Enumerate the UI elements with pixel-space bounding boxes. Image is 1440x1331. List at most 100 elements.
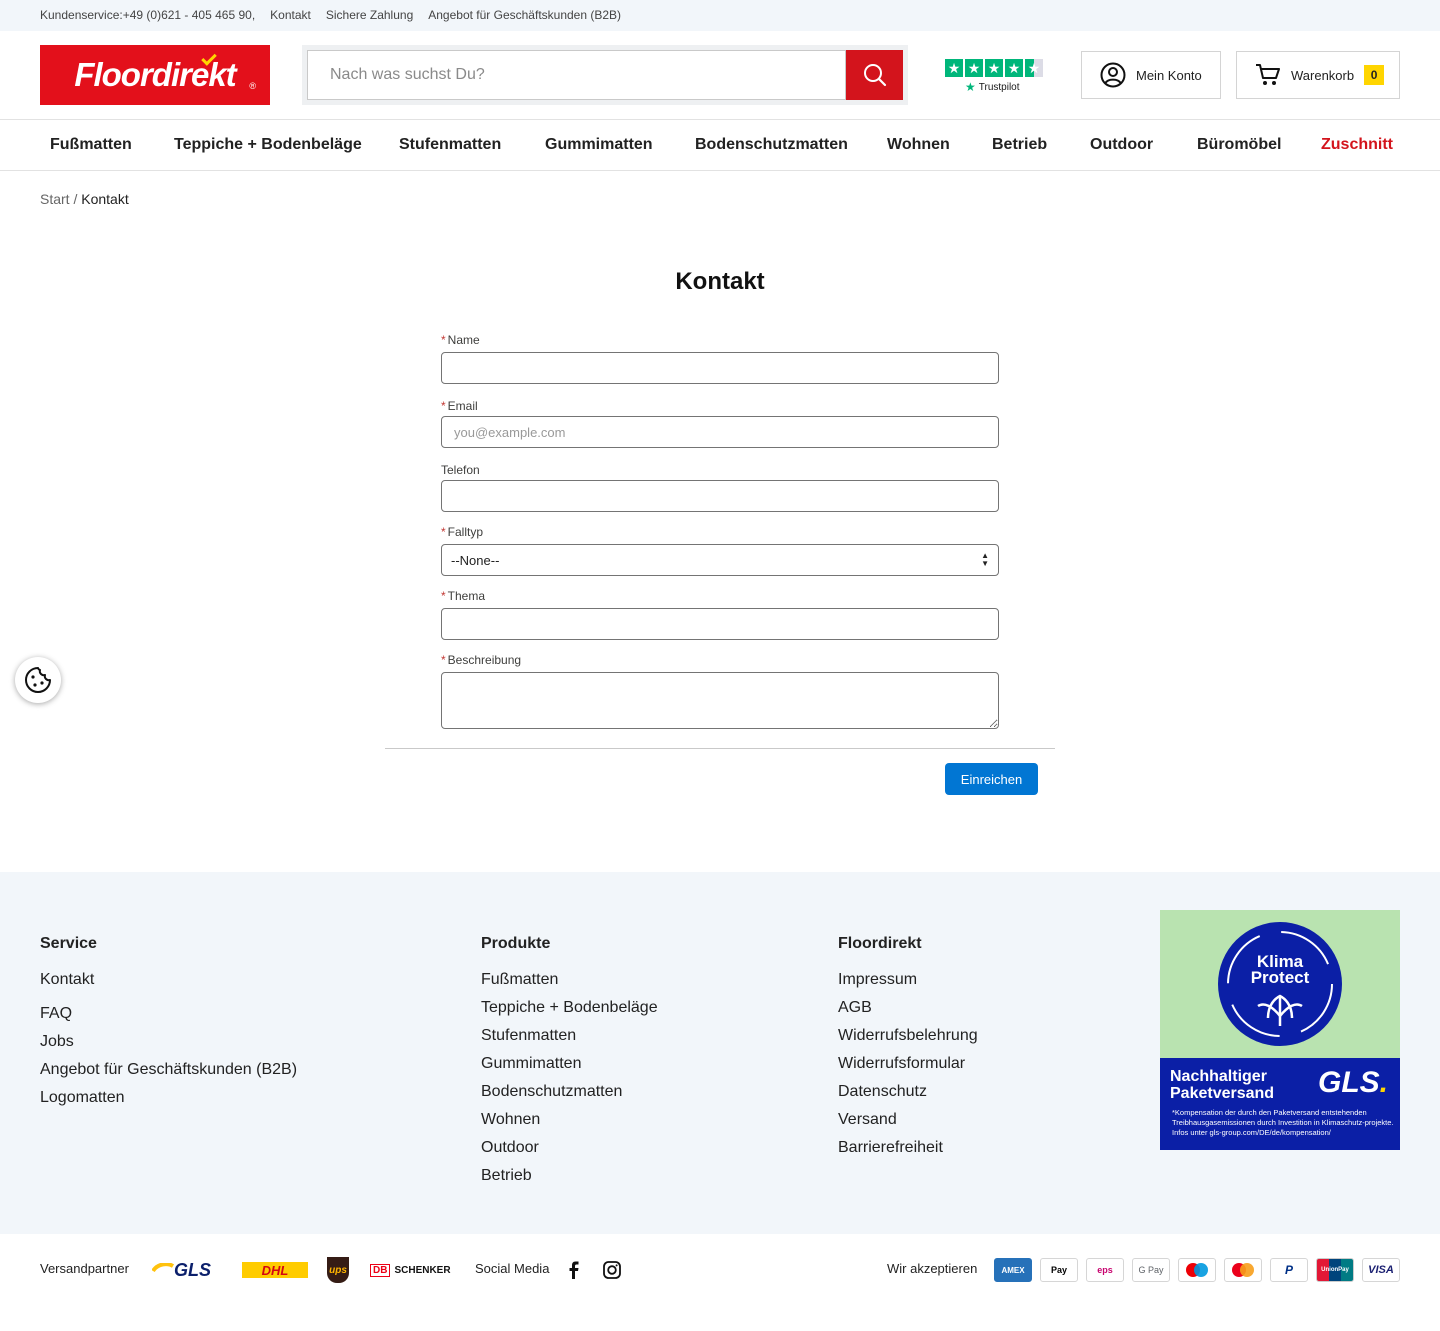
floordirekt-logo[interactable]: Floordirekt ® bbox=[40, 45, 270, 105]
footer-link-stufenmatten[interactable]: Stufenmatten bbox=[481, 1027, 576, 1045]
footer-link-faq[interactable]: FAQ bbox=[40, 1005, 72, 1023]
nav-item-betrieb[interactable]: Betrieb bbox=[992, 136, 1047, 154]
name-label: * Name bbox=[441, 333, 480, 347]
facebook-icon[interactable] bbox=[562, 1259, 584, 1281]
visa-icon: VISA bbox=[1362, 1258, 1400, 1282]
required-mark: * bbox=[441, 525, 446, 539]
cart-icon bbox=[1256, 64, 1280, 85]
star-icon: ★ bbox=[965, 59, 983, 77]
half-star-icon: ★ bbox=[1025, 59, 1043, 77]
footer-link-barrierefreiheit[interactable]: Barrierefreiheit bbox=[838, 1139, 943, 1157]
ups-carrier-logo: ups bbox=[327, 1257, 349, 1283]
footer-link-outdoor[interactable]: Outdoor bbox=[481, 1139, 539, 1157]
footer-link-gummimatten[interactable]: Gummimatten bbox=[481, 1055, 581, 1073]
cart-button[interactable]: Warenkorb 0 bbox=[1236, 51, 1400, 99]
phone-label: Telefon bbox=[441, 463, 480, 477]
gls-klima-protect-badge[interactable]: Klima Protect Nachhaltiger Paketversand GL… bbox=[1160, 910, 1400, 1150]
nav-item-gummimatten[interactable]: Gummimatten bbox=[545, 136, 653, 154]
klima-protect-circle: Klima Protect bbox=[1218, 922, 1342, 1046]
nav-item-stufenmatten[interactable]: Stufenmatten bbox=[399, 136, 501, 154]
search-input[interactable] bbox=[307, 50, 846, 100]
cookie-icon bbox=[25, 667, 51, 693]
submit-button[interactable]: Einreichen bbox=[945, 763, 1038, 795]
payment-methods-label: Wir akzeptieren bbox=[887, 1261, 978, 1276]
search-icon bbox=[863, 64, 886, 87]
nav-item-zuschnitt[interactable]: Zuschnitt bbox=[1321, 136, 1393, 154]
instagram-icon[interactable] bbox=[601, 1259, 623, 1281]
site-footer: Service Kontakt FAQ Jobs Angebot für Ges… bbox=[0, 872, 1440, 1234]
required-mark: * bbox=[441, 399, 446, 413]
topbar-contact-link[interactable]: Kontakt bbox=[270, 8, 311, 22]
footer-link-widerrufsbelehrung[interactable]: Widerrufsbelehrung bbox=[838, 1027, 978, 1045]
social-media-label: Social Media bbox=[475, 1261, 550, 1276]
nav-item-wohnen[interactable]: Wohnen bbox=[887, 136, 950, 154]
unionpay-icon: UnionPay bbox=[1316, 1258, 1354, 1282]
nav-item-fussmatten[interactable]: Fußmatten bbox=[50, 136, 132, 154]
apple-pay-icon: Pay bbox=[1040, 1258, 1078, 1282]
footer-link-bodenschutzmatten[interactable]: Bodenschutzmatten bbox=[481, 1083, 622, 1101]
nav-item-bodenschutzmatten[interactable]: Bodenschutzmatten bbox=[695, 136, 848, 154]
footer-link-jobs[interactable]: Jobs bbox=[40, 1033, 74, 1051]
footer-link-datenschutz[interactable]: Datenschutz bbox=[838, 1083, 927, 1101]
trustpilot-rating[interactable]: ★ ★ ★ ★ ★ ★ Trustpilot bbox=[945, 59, 1045, 95]
topbar-secure-payment-link[interactable]: Sichere Zahlung bbox=[326, 8, 413, 22]
email-label: * Email bbox=[441, 399, 478, 413]
footer-link-fussmatten[interactable]: Fußmatten bbox=[481, 971, 558, 989]
account-label: Mein Konto bbox=[1136, 67, 1202, 83]
footer-link-impressum[interactable]: Impressum bbox=[838, 971, 917, 989]
topbar-b2b-link[interactable]: Angebot für Geschäftskunden (B2B) bbox=[428, 8, 621, 22]
cart-count-badge: 0 bbox=[1364, 65, 1385, 85]
footer-service-column: Service Kontakt FAQ Jobs Angebot für Ges… bbox=[40, 935, 297, 1106]
nav-item-outdoor[interactable]: Outdoor bbox=[1090, 136, 1153, 154]
breadcrumb-current: Kontakt bbox=[81, 191, 129, 207]
footer-link-wohnen[interactable]: Wohnen bbox=[481, 1111, 540, 1129]
cart-label: Warenkorb bbox=[1291, 67, 1355, 83]
maestro-icon bbox=[1178, 1258, 1216, 1282]
main-navigation: Fußmatten Teppiche + Bodenbeläge Stufenm… bbox=[0, 120, 1440, 171]
search-bar bbox=[302, 45, 908, 105]
top-info-bar: Kundenservice:+49 (0)621 - 405 465 90, K… bbox=[0, 0, 1440, 31]
footer-link-logomatten[interactable]: Logomatten bbox=[40, 1089, 125, 1107]
search-button[interactable] bbox=[846, 50, 903, 100]
footer-link-versand[interactable]: Versand bbox=[838, 1111, 897, 1129]
case-type-select[interactable]: --None-- ▲ ▼ bbox=[441, 544, 999, 576]
email-field[interactable] bbox=[441, 416, 999, 448]
logo-text: Floordirekt bbox=[74, 56, 236, 93]
footer-link-agb[interactable]: AGB bbox=[838, 999, 872, 1017]
breadcrumb-home[interactable]: Start bbox=[40, 191, 70, 207]
footer-link-kontakt[interactable]: Kontakt bbox=[40, 971, 94, 989]
gls-headline-1: Nachhaltiger bbox=[1170, 1068, 1267, 1085]
description-textarea[interactable] bbox=[441, 672, 999, 729]
footer-service-title: Service bbox=[40, 935, 97, 952]
customer-service-text[interactable]: Kundenservice:+49 (0)621 - 405 465 90, bbox=[40, 8, 255, 22]
subject-field[interactable] bbox=[441, 608, 999, 640]
nav-item-teppiche[interactable]: Teppiche + Bodenbeläge bbox=[174, 136, 362, 154]
protect-text: Protect bbox=[1250, 968, 1310, 987]
dhl-carrier-logo: DHL bbox=[242, 1262, 308, 1278]
eps-icon: eps bbox=[1086, 1258, 1124, 1282]
nav-item-bueromoebel[interactable]: Büromöbel bbox=[1197, 136, 1281, 154]
star-icon: ★ bbox=[985, 59, 1003, 77]
footer-link-widerrufsformular[interactable]: Widerrufsformular bbox=[838, 1055, 965, 1073]
form-divider bbox=[385, 748, 1055, 749]
name-field[interactable] bbox=[441, 352, 999, 384]
gls-headline-2: Paketversand bbox=[1170, 1085, 1275, 1102]
required-mark: * bbox=[441, 333, 446, 347]
gls-note: *Kompensation der durch den Paketversand… bbox=[1172, 1108, 1394, 1137]
required-mark: * bbox=[441, 589, 446, 603]
star-icon: ★ bbox=[945, 59, 963, 77]
shipping-partners-label: Versandpartner bbox=[40, 1261, 129, 1276]
footer-link-betrieb[interactable]: Betrieb bbox=[481, 1167, 532, 1185]
footer-company-title: Floordirekt bbox=[838, 935, 922, 952]
google-pay-icon: G Pay bbox=[1132, 1258, 1170, 1282]
footer-link-b2b[interactable]: Angebot für Geschäftskunden (B2B) bbox=[40, 1061, 297, 1079]
required-mark: * bbox=[441, 653, 446, 667]
gls-logo: GLS. bbox=[1317, 1066, 1388, 1099]
cookie-settings-button[interactable] bbox=[15, 657, 61, 703]
footer-products-title: Produkte bbox=[481, 935, 551, 952]
trustpilot-label: Trustpilot bbox=[978, 81, 1020, 93]
phone-field[interactable] bbox=[441, 480, 999, 512]
footer-company-column: Floordirekt Impressum AGB Widerrufsbeleh… bbox=[838, 935, 978, 1156]
account-button[interactable]: Mein Konto bbox=[1081, 51, 1221, 99]
footer-link-teppiche[interactable]: Teppiche + Bodenbeläge bbox=[481, 999, 658, 1017]
